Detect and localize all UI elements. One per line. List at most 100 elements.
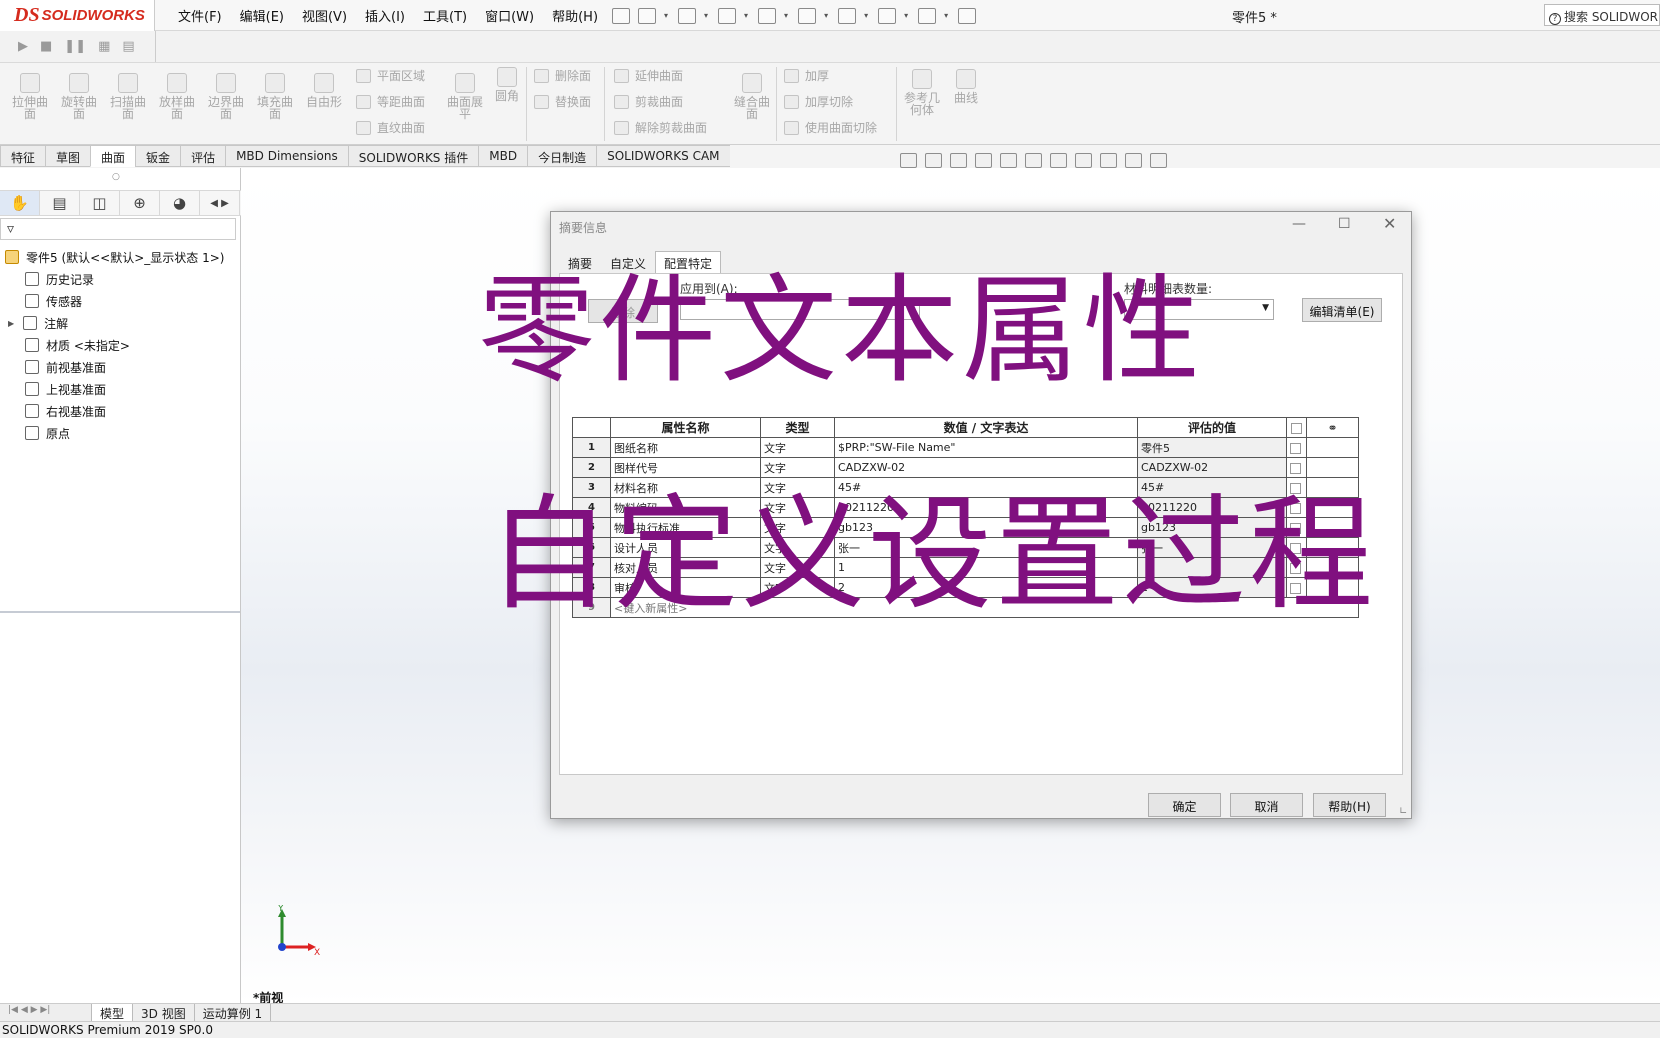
tab-command-4[interactable]: 评估 [180,145,226,167]
tree-item-7[interactable]: 原点 [0,422,240,444]
select-icon[interactable] [838,7,857,24]
ruled-surface-tool[interactable]: 直纹曲面 [356,119,425,136]
section-view-icon[interactable] [975,152,992,168]
new-icon[interactable] [638,7,656,24]
tree-item-4[interactable]: 前视基准面 [0,356,240,378]
menu-item-4[interactable]: 工具(T) [423,6,467,25]
ok-button[interactable]: 确定 [1148,793,1221,817]
chevron-down-icon[interactable]: ▾ [864,11,868,20]
planar-surface-tool[interactable]: 平面区域 [356,67,425,84]
panel-scroll-arrows[interactable]: ◀ ▶ [200,191,240,215]
resize-grip-icon[interactable]: ∟ [1399,806,1407,817]
untrim-surface-tool[interactable]: 解除剪裁曲面 [614,119,707,136]
column-header[interactable]: 数值 / 文字表达 [834,417,1138,438]
row-checkbox[interactable] [1286,457,1307,478]
reference-geometry-tool[interactable]: 参考几何体 [902,69,942,116]
cut-with-surface-tool[interactable]: 使用曲面切除 [784,119,877,136]
chevron-down-icon[interactable]: ▾ [784,11,788,20]
expand-arrow-icon[interactable]: ▶ [8,319,14,328]
view-settings-icon[interactable] [1150,152,1167,168]
file-properties-icon[interactable] [918,7,937,24]
rebuild-icon[interactable] [878,7,897,24]
table-row[interactable]: 1 图纸名称 文字 $PRP:"SW-File Name" 零件5 [572,437,1359,458]
extruded-surface-tool[interactable]: 拉伸曲面 [8,73,52,120]
property-name-cell[interactable]: 图纸名称 [610,437,761,458]
chevron-down-icon[interactable]: ▾ [664,11,668,20]
open-icon[interactable] [678,7,697,24]
bottom-tab-0[interactable]: 模型 [92,1003,134,1022]
column-header[interactable]: 评估的值 [1137,417,1287,438]
tab-command-8[interactable]: 今日制造 [527,145,597,167]
display-style-icon[interactable] [1050,152,1067,168]
search-input[interactable]: ?搜索 SOLIDWORKS [1544,4,1660,26]
pause-icon[interactable]: ❚❚ [64,39,86,54]
link-icon[interactable]: ⚭ [1306,417,1359,438]
fillet-tool[interactable]: 圆角 [493,67,521,102]
close-icon[interactable]: ✕ [1383,214,1396,233]
menu-item-2[interactable]: 视图(V) [302,6,347,25]
column-header[interactable]: 类型 [760,417,835,438]
menu-item-0[interactable]: 文件(F) [178,6,222,25]
tree-item-6[interactable]: 右视基准面 [0,400,240,422]
trim-surface-tool[interactable]: 剪裁曲面 [614,93,683,110]
minimize-icon[interactable]: — [1292,216,1306,232]
extend-surface-tool[interactable]: 延伸曲面 [614,67,683,84]
type-cell[interactable]: 文字 [760,437,835,458]
filter-icon[interactable]: ▿ [0,218,236,240]
panel-collapse-handle[interactable]: ○ [112,172,120,182]
menu-item-1[interactable]: 编辑(E) [240,6,284,25]
thicken-cut-tool[interactable]: 加厚切除 [784,93,853,110]
chevron-down-icon[interactable]: ▾ [704,11,708,20]
previous-view-icon[interactable] [950,152,967,168]
lofted-surface-tool[interactable]: 放样曲面 [155,73,199,120]
filled-surface-tool[interactable]: 填充曲面 [253,73,297,120]
edit-list-button[interactable]: 编辑清单(E) [1302,298,1382,322]
tree-item-0[interactable]: 历史记录 [0,268,240,290]
tree-item-5[interactable]: 上视基准面 [0,378,240,400]
help-button[interactable]: 帮助(H) [1313,793,1386,817]
cancel-button[interactable]: 取消 [1230,793,1303,817]
edit-macro-icon[interactable]: ▦ [98,39,110,54]
chevron-down-icon[interactable]: ▾ [744,11,748,20]
dimxpertmanager-tab-icon[interactable]: ⊕ [120,191,160,215]
maximize-icon[interactable]: ☐ [1338,216,1351,232]
table-row[interactable]: 2 图样代号 文字 CADZXW-02 CADZXW-02 [572,457,1359,478]
save-icon[interactable] [718,7,737,24]
tab-scroll-arrows[interactable]: |◀ ◀ ▶ ▶| [0,1003,92,1022]
configurationmanager-tab-icon[interactable]: ◫ [80,191,120,215]
curves-tool[interactable]: 曲线 [950,69,982,104]
solidworks-logo[interactable]: DS SOLIDWORKS [0,0,155,31]
play-icon[interactable]: ▶ [18,39,28,54]
tab-command-3[interactable]: 钣金 [135,145,181,167]
hide-show-items-icon[interactable] [1075,152,1092,168]
value-cell[interactable]: $PRP:"SW-File Name" [834,437,1138,458]
type-cell[interactable]: 文字 [760,457,835,478]
bottom-tab-1[interactable]: 3D 视图 [133,1003,195,1022]
surface-flatten-tool[interactable]: 曲面展平 [445,73,485,120]
menu-item-6[interactable]: 帮助(H) [552,6,598,25]
row-checkbox[interactable] [1286,437,1307,458]
dynamic-annotation-icon[interactable] [1000,152,1017,168]
tab-command-6[interactable]: SOLIDWORKS 插件 [347,145,479,167]
featuremanager-tab-icon[interactable]: ✋ [0,191,40,215]
view-orientation-icon[interactable] [1025,152,1042,168]
tab-command-9[interactable]: SOLIDWORKS CAM [596,145,730,167]
tree-root-part[interactable]: 零件5 (默认<<默认>_显示状态 1>) [0,246,240,268]
tab-command-1[interactable]: 草图 [45,145,91,167]
home-icon[interactable] [612,7,630,24]
tree-item-1[interactable]: 传感器 [0,290,240,312]
freeform-tool[interactable]: 自由形 [302,73,346,108]
zoom-to-fit-icon[interactable] [900,152,917,168]
thicken-tool[interactable]: 加厚 [784,67,829,84]
select-all-checkbox[interactable] [1286,417,1307,438]
knit-surface-tool[interactable]: 缝合曲面 [730,73,774,120]
property-name-cell[interactable]: 图样代号 [610,457,761,478]
value-cell[interactable]: CADZXW-02 [834,457,1138,478]
undo-icon[interactable] [798,7,817,24]
displaymanager-tab-icon[interactable]: ◕ [160,191,200,215]
chevron-down-icon[interactable]: ▾ [824,11,828,20]
tab-command-2[interactable]: 曲面 [90,145,136,167]
tab-command-0[interactable]: 特征 [0,145,46,167]
edit-appearance-icon[interactable] [1100,152,1117,168]
bottom-tab-2[interactable]: 运动算例 1 [195,1003,272,1022]
